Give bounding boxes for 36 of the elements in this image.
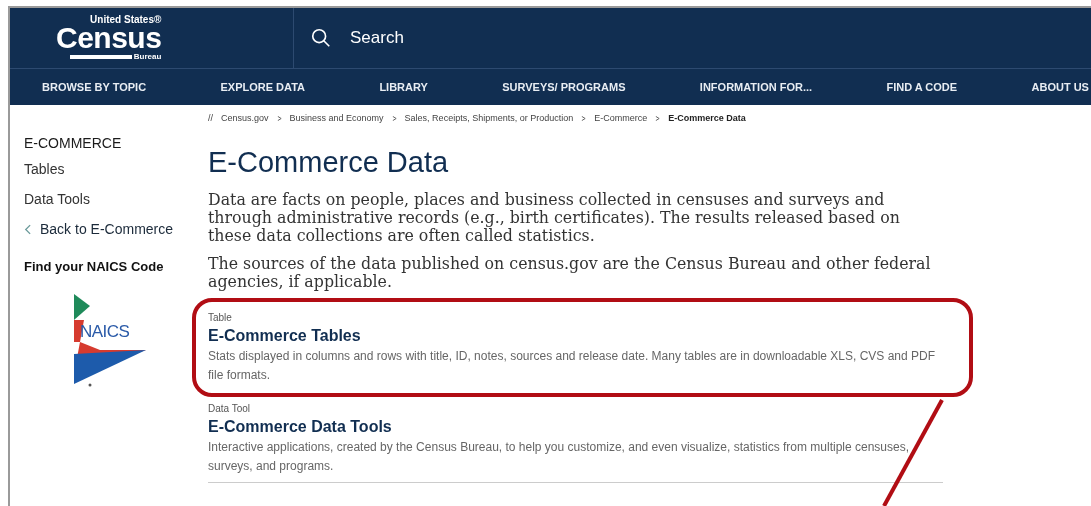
nav-link[interactable]: FIND A CODE: [886, 81, 958, 93]
breadcrumb-link[interactable]: E-Commerce: [594, 113, 648, 123]
resource-link[interactable]: E-Commerce Tables: [208, 326, 943, 345]
nav-link[interactable]: EXPLORE DATA: [220, 81, 305, 93]
back-link[interactable]: Back to E-Commerce: [24, 221, 208, 237]
naics-heading: Find your NAICS Code: [24, 259, 165, 274]
census-logo[interactable]: United States® Census Bureau: [56, 15, 162, 61]
paragraph: Data are facts on people, places and business collected in censuses and surveys and through administrative records (e.g., birth certificates). The results released based on these data collections are often called statistics.: [208, 190, 901, 245]
resource-type: Table: [208, 311, 233, 323]
chevron-right-icon: [581, 115, 587, 121]
search-field[interactable]: Search: [348, 27, 652, 49]
breadcrumb-link[interactable]: Sales, Receipts, Shipments, or Production: [404, 113, 574, 123]
breadcrumb-link[interactable]: Census.gov: [221, 113, 269, 123]
resource-description: Stats displayed in columns and rows with title, ID, notes, sources and release date. Many tables are in downloadable XLS, CVS and PDF file formats.: [208, 347, 937, 384]
breadcrumb-separator: //: [208, 113, 213, 123]
chevron-left-icon: [24, 223, 31, 235]
paragraph: The sources of the data published on census.gov are the Census Bureau and other federal agencies, if applicable.: [208, 254, 932, 291]
breadcrumb-link[interactable]: Business and Economy: [289, 113, 384, 123]
nav-link[interactable]: SURVEYS/ PROGRAMS: [502, 81, 626, 93]
naics-logo[interactable]: NAICS: [70, 292, 150, 387]
nav-link[interactable]: ABOUT US: [1031, 81, 1089, 93]
resource-description: Interactive applications, created by the Census Bureau, to help you customize, and even visualize, statistics from multiple censuses, surveys, and programs.: [208, 438, 911, 475]
nav-link[interactable]: INFORMATION FOR...: [699, 81, 813, 93]
resource-type: Data Tool: [208, 402, 252, 414]
sidebar-heading: E-COMMERCE: [24, 135, 123, 151]
resource-link[interactable]: E-Commerce Data Tools: [208, 417, 943, 436]
breadcrumb-link[interactable]: E-Commerce Data: [668, 113, 746, 123]
nav-link[interactable]: BROWSE BY TOPIC: [42, 81, 147, 93]
chevron-right-icon: [655, 115, 661, 121]
page-title: E-Commerce Data: [208, 147, 450, 179]
chevron-right-icon: [276, 115, 282, 121]
chevron-right-icon: [391, 115, 397, 121]
sidebar-link[interactable]: Data Tools: [24, 191, 208, 207]
sidebar-link[interactable]: Tables: [24, 161, 208, 177]
search-icon: [310, 27, 332, 49]
nav-link[interactable]: LIBRARY: [379, 81, 428, 93]
